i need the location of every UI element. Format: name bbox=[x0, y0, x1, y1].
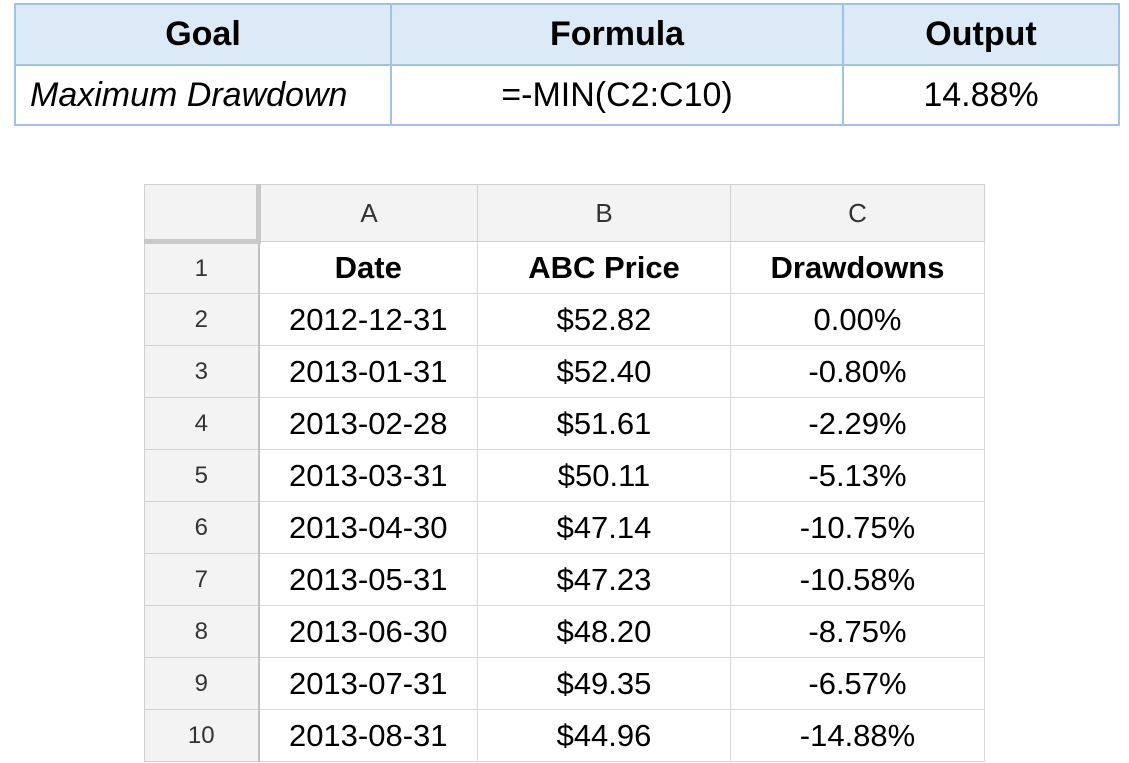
cell-drawdowns-header[interactable]: Drawdowns bbox=[730, 241, 985, 294]
cell-date[interactable]: 2013-08-31 bbox=[258, 709, 478, 762]
cell-date[interactable]: 2012-12-31 bbox=[258, 293, 478, 346]
cell-date[interactable]: 2013-02-28 bbox=[258, 397, 478, 450]
cell-drawdown[interactable]: -6.57% bbox=[730, 657, 985, 710]
cell-drawdown[interactable]: -8.75% bbox=[730, 605, 985, 658]
row-header[interactable]: 3 bbox=[144, 345, 260, 398]
cell-drawdown[interactable]: -0.80% bbox=[730, 345, 985, 398]
cell-price-header[interactable]: ABC Price bbox=[477, 241, 731, 294]
cell-date[interactable]: 2013-06-30 bbox=[258, 605, 478, 658]
table-row: 3 2013-01-31 $52.40 -0.80% bbox=[144, 345, 985, 398]
cell-date[interactable]: 2013-05-31 bbox=[258, 553, 478, 606]
formula-header: Formula bbox=[390, 3, 844, 66]
row-header[interactable]: 5 bbox=[144, 449, 260, 502]
table-row: 10 2013-08-31 $44.96 -14.88% bbox=[144, 709, 985, 762]
select-all-corner[interactable] bbox=[144, 184, 261, 244]
cell-date[interactable]: 2013-04-30 bbox=[258, 501, 478, 554]
cell-date-header[interactable]: Date bbox=[258, 241, 478, 294]
output-value: 14.88% bbox=[842, 64, 1120, 126]
goal-summary-row: Maximum Drawdown =-MIN(C2:C10) 14.88% bbox=[14, 64, 1120, 126]
table-row: 9 2013-07-31 $49.35 -6.57% bbox=[144, 657, 985, 710]
goal-value: Maximum Drawdown bbox=[14, 64, 392, 126]
goal-summary-header-row: Goal Formula Output bbox=[14, 3, 1120, 66]
row-header[interactable]: 2 bbox=[144, 293, 260, 346]
table-row: 4 2013-02-28 $51.61 -2.29% bbox=[144, 397, 985, 450]
column-header-a[interactable]: A bbox=[258, 184, 478, 242]
cell-drawdown[interactable]: -10.75% bbox=[730, 501, 985, 554]
spreadsheet-grid: A B C 1 Date ABC Price Drawdowns 2 2012-1… bbox=[144, 184, 985, 762]
table-row: 8 2013-06-30 $48.20 -8.75% bbox=[144, 605, 985, 658]
row-header[interactable]: 7 bbox=[144, 553, 260, 606]
row-header[interactable]: 4 bbox=[144, 397, 260, 450]
cell-price[interactable]: $52.82 bbox=[477, 293, 731, 346]
row-header[interactable]: 9 bbox=[144, 657, 260, 710]
cell-price[interactable]: $47.23 bbox=[477, 553, 731, 606]
cell-drawdown[interactable]: -10.58% bbox=[730, 553, 985, 606]
cell-price[interactable]: $49.35 bbox=[477, 657, 731, 710]
cell-price[interactable]: $52.40 bbox=[477, 345, 731, 398]
cell-drawdown[interactable]: -2.29% bbox=[730, 397, 985, 450]
cell-date[interactable]: 2013-01-31 bbox=[258, 345, 478, 398]
output-header: Output bbox=[842, 3, 1120, 66]
row-header[interactable]: 6 bbox=[144, 501, 260, 554]
goal-header: Goal bbox=[14, 3, 392, 66]
cell-drawdown[interactable]: 0.00% bbox=[730, 293, 985, 346]
row-header[interactable]: 8 bbox=[144, 605, 260, 658]
table-row: 5 2013-03-31 $50.11 -5.13% bbox=[144, 449, 985, 502]
column-header-row: A B C bbox=[144, 184, 985, 244]
column-header-c[interactable]: C bbox=[730, 184, 985, 242]
table-row: 7 2013-05-31 $47.23 -10.58% bbox=[144, 553, 985, 606]
cell-drawdown[interactable]: -14.88% bbox=[730, 709, 985, 762]
table-row: 1 Date ABC Price Drawdowns bbox=[144, 241, 985, 294]
cell-price[interactable]: $44.96 bbox=[477, 709, 731, 762]
formula-value: =-MIN(C2:C10) bbox=[390, 64, 844, 126]
page: Goal Formula Output Maximum Drawdown =-M… bbox=[0, 0, 1129, 763]
table-row: 6 2013-04-30 $47.14 -10.75% bbox=[144, 501, 985, 554]
cell-price[interactable]: $47.14 bbox=[477, 501, 731, 554]
cell-price[interactable]: $51.61 bbox=[477, 397, 731, 450]
cell-drawdown[interactable]: -5.13% bbox=[730, 449, 985, 502]
cell-price[interactable]: $48.20 bbox=[477, 605, 731, 658]
cell-date[interactable]: 2013-03-31 bbox=[258, 449, 478, 502]
table-row: 2 2012-12-31 $52.82 0.00% bbox=[144, 293, 985, 346]
spreadsheet-body: 2 2012-12-31 $52.82 0.00% 3 2013-01-31 $52.40-… bbox=[144, 293, 985, 762]
goal-summary-table: Goal Formula Output Maximum Drawdown =-M… bbox=[14, 3, 1120, 126]
row-header[interactable]: 10 bbox=[144, 709, 260, 762]
row-header[interactable]: 1 bbox=[144, 241, 260, 294]
cell-date[interactable]: 2013-07-31 bbox=[258, 657, 478, 710]
cell-price[interactable]: $50.11 bbox=[477, 449, 731, 502]
column-header-b[interactable]: B bbox=[477, 184, 731, 242]
